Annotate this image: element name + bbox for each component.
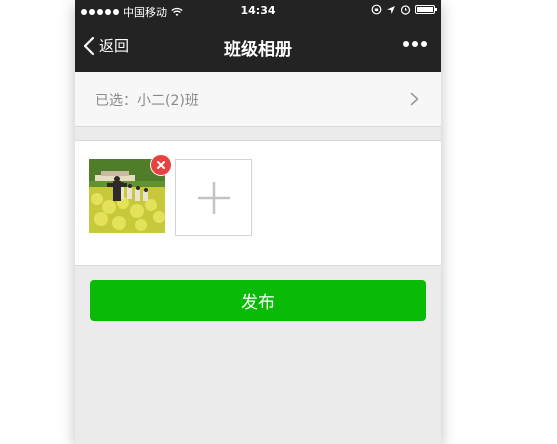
photo-panel bbox=[75, 140, 441, 266]
status-bar: 中国移动 14:34 bbox=[75, 0, 441, 21]
chevron-right-icon bbox=[410, 92, 419, 106]
nav-bar: 返回 班级相册 bbox=[75, 21, 441, 72]
status-right bbox=[371, 4, 437, 15]
battery-icon bbox=[415, 5, 437, 14]
page-title: 班级相册 bbox=[224, 40, 292, 60]
remove-icon bbox=[157, 161, 165, 169]
phone-screen: 中国移动 14:34 返回 班级相册 已选：小二(2)班 发布 bbox=[75, 0, 441, 444]
location-icon bbox=[387, 5, 395, 14]
alarm-icon bbox=[400, 5, 411, 15]
remove-photo-button[interactable] bbox=[151, 155, 171, 175]
class-select-label: 已选：小二(2)班 bbox=[95, 93, 199, 109]
publish-button[interactable]: 发布 bbox=[90, 280, 426, 321]
rotation-lock-icon bbox=[371, 4, 382, 15]
class-select-row[interactable]: 已选：小二(2)班 bbox=[75, 72, 441, 127]
section-gap bbox=[75, 127, 441, 139]
add-photo-button[interactable] bbox=[175, 159, 252, 236]
more-icon[interactable] bbox=[403, 41, 427, 47]
plus-icon bbox=[198, 182, 230, 214]
